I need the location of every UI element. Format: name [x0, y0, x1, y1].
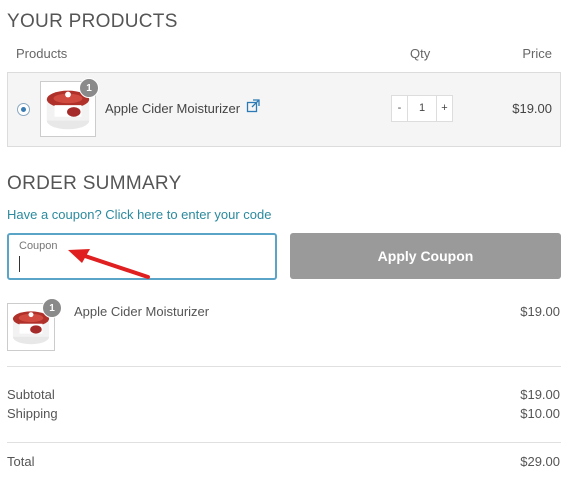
subtotal-value: $19.00: [520, 387, 560, 402]
product-price: $19.00: [512, 101, 552, 116]
quantity-badge: 1: [79, 78, 99, 98]
column-header-price: Price: [522, 46, 552, 61]
shipping-label: Shipping: [7, 406, 58, 421]
summary-quantity-badge: 1: [42, 298, 62, 318]
coupon-input-label: Coupon: [19, 240, 58, 252]
order-summary-title: ORDER SUMMARY: [7, 173, 182, 194]
total-value: $29.00: [520, 454, 560, 469]
column-header-products: Products: [16, 46, 68, 61]
product-name: Apple Cider Moisturizer: [105, 101, 241, 116]
product-select-radio[interactable]: [17, 103, 30, 116]
external-link-icon[interactable]: [246, 99, 260, 113]
summary-product-name: Apple Cider Moisturizer: [74, 304, 210, 319]
coupon-toggle-link[interactable]: Have a coupon? Click here to enter your …: [7, 207, 272, 222]
shipping-value: $10.00: [520, 406, 560, 421]
subtotal-label: Subtotal: [7, 387, 55, 402]
products-section-title: YOUR PRODUCTS: [7, 11, 178, 32]
radio-selected-dot: [21, 107, 26, 112]
summary-product-price: $19.00: [520, 304, 560, 319]
quantity-value[interactable]: 1: [408, 96, 436, 121]
total-label: Total: [7, 454, 35, 469]
summary-divider: [7, 366, 561, 367]
quantity-increase-button[interactable]: +: [436, 96, 452, 121]
total-divider: [7, 442, 561, 443]
quantity-decrease-button[interactable]: -: [392, 96, 408, 121]
annotation-arrow: [68, 249, 150, 279]
text-caret: [19, 256, 20, 272]
quantity-stepper: - 1 +: [391, 95, 453, 122]
apply-coupon-button[interactable]: Apply Coupon: [290, 233, 561, 279]
column-header-qty: Qty: [410, 46, 431, 61]
